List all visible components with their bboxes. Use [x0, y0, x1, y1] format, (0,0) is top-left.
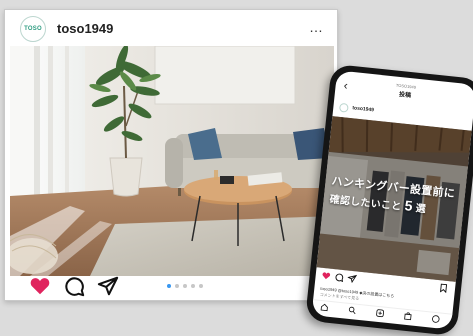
avatar[interactable]: TOSO	[20, 16, 46, 42]
living-room-image	[10, 46, 334, 276]
phone-frame: ‹ TOSO1949 投稿 toso1949	[305, 64, 473, 336]
phone-post-photo[interactable]: ハンキングバー設置前に 確認したいこと 5 選	[317, 116, 472, 282]
carousel-dot	[199, 284, 203, 288]
carousel-dot	[183, 284, 187, 288]
smartphone: ‹ TOSO1949 投稿 toso1949	[305, 64, 473, 336]
phone-avatar[interactable]	[339, 103, 349, 113]
comment-icon[interactable]	[63, 275, 85, 297]
search-icon[interactable]	[348, 306, 357, 315]
avatar-logo-text: TOSO	[24, 26, 42, 32]
comment-icon[interactable]	[334, 272, 344, 282]
heart-icon[interactable]	[29, 275, 51, 297]
carousel-dot	[191, 284, 195, 288]
post-action-bar	[5, 272, 337, 300]
instagram-post-card: TOSO toso1949 …	[4, 9, 338, 301]
overlay-suffix: 選	[415, 203, 426, 215]
carousel-dot	[175, 284, 179, 288]
profile-icon[interactable]	[431, 315, 440, 324]
overlay-number: 5	[404, 197, 414, 214]
carousel-dot	[167, 284, 171, 288]
phone-username[interactable]: toso1949	[352, 105, 374, 113]
post-header: TOSO toso1949 …	[5, 10, 337, 46]
username[interactable]: toso1949	[57, 21, 113, 36]
home-icon[interactable]	[320, 303, 329, 312]
shop-icon[interactable]	[404, 312, 413, 321]
add-icon[interactable]	[376, 309, 385, 318]
share-icon[interactable]	[97, 275, 119, 297]
phone-screen: ‹ TOSO1949 投稿 toso1949	[312, 70, 473, 329]
more-options-icon[interactable]: …	[309, 19, 323, 35]
share-icon[interactable]	[347, 274, 357, 284]
heart-icon[interactable]	[321, 271, 331, 281]
bookmark-icon[interactable]	[439, 283, 449, 293]
carousel-indicator	[167, 284, 203, 288]
post-photo[interactable]	[10, 46, 334, 276]
